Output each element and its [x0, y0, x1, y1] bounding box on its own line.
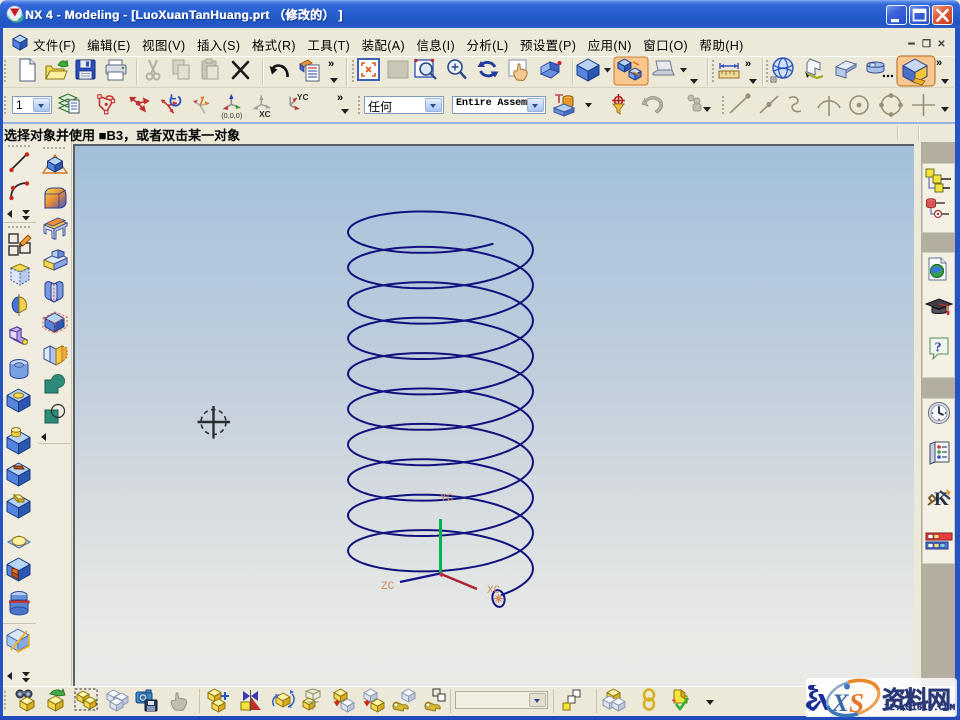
svg-text:(0,0,0): (0,0,0)	[221, 111, 242, 120]
svg-text:XC: XC	[487, 585, 501, 597]
svg-text:»: »	[328, 58, 334, 70]
svg-text:?: ?	[935, 341, 942, 356]
svg-text:YC: YC	[440, 493, 454, 505]
svg-text:»: »	[936, 57, 942, 69]
svg-text:ZC: ZC	[381, 581, 395, 593]
svg-text:YC: YC	[297, 92, 309, 102]
svg-text:X: X	[831, 690, 850, 717]
svg-text:»: »	[337, 92, 343, 104]
svg-text:»: »	[745, 58, 751, 70]
svg-text:XC: XC	[259, 109, 271, 119]
svg-text:S: S	[849, 688, 864, 718]
